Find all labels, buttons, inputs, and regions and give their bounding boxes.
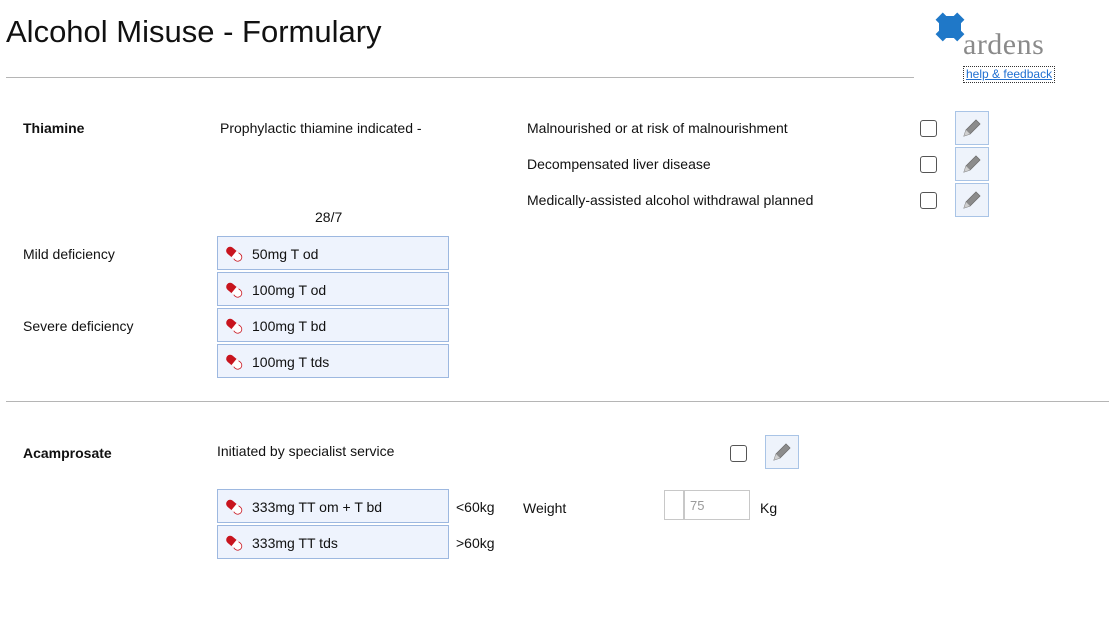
page-title: Alcohol Misuse - Formulary [6,14,382,49]
capsule-icon [226,354,243,370]
thiamine-indication: Prophylactic thiamine indicated - [220,120,422,136]
dose-button-100mg-bd[interactable]: 100mg T bd [217,308,449,342]
capsule-icon [226,318,243,334]
dose-button-100mg-tds[interactable]: 100mg T tds [217,344,449,378]
specialist-initiated-label: Initiated by specialist service [217,443,395,459]
criterion-malnourished-label: Malnourished or at risk of malnourishmen… [527,120,788,136]
criterion-liver-label: Decompensated liver disease [527,156,711,172]
dose-button-333mg-tt-om-t-bd[interactable]: 333mg TT om + T bd [217,489,449,523]
dose-button-50mg-od[interactable]: 50mg T od [217,236,449,270]
criterion-withdrawal-checkbox[interactable] [920,192,937,209]
capsule-icon [226,246,243,262]
thiamine-heading: Thiamine [23,120,85,136]
dose-label: 100mg T bd [252,318,327,334]
criterion-withdrawal-edit-button[interactable] [955,183,989,217]
dose-label: 100mg T od [252,282,327,298]
pencil-icon [963,155,981,173]
help-feedback-link[interactable]: help & feedback [963,66,1056,83]
weight-input[interactable] [684,490,750,520]
pencil-icon [963,191,981,209]
weight-field-prefix[interactable] [664,490,684,520]
capsule-icon [226,535,243,551]
specialist-initiated-checkbox[interactable] [730,445,747,462]
capsule-icon [226,282,243,298]
thiamine-duration: 28/7 [315,209,343,225]
header-divider [6,77,914,78]
severe-deficiency-label: Severe deficiency [23,318,134,334]
acamprosate-heading: Acamprosate [23,445,112,461]
criterion-withdrawal-label: Medically-assisted alcohol withdrawal pl… [527,192,814,208]
weight-under-60-note: <60kg [456,499,495,515]
specialist-initiated-edit-button[interactable] [765,435,799,469]
dose-label: 333mg TT om + T bd [252,499,383,515]
dose-label: 100mg T tds [252,354,330,370]
criterion-malnourished-checkbox[interactable] [920,120,937,137]
weight-unit: Kg [760,500,778,516]
dose-label: 50mg T od [252,246,319,262]
brand-name: ardens [963,28,1045,61]
dose-button-333mg-tt-tds[interactable]: 333mg TT tds [217,525,449,559]
capsule-icon [226,499,243,515]
criterion-liver-edit-button[interactable] [955,147,989,181]
dose-label: 333mg TT tds [252,535,338,551]
criterion-liver-checkbox[interactable] [920,156,937,173]
weight-label: Weight [523,500,567,516]
pencil-icon [773,443,791,461]
dose-button-100mg-od[interactable]: 100mg T od [217,272,449,306]
pencil-icon [963,119,981,137]
mild-deficiency-label: Mild deficiency [23,246,115,262]
weight-over-60-note: >60kg [456,535,495,551]
criterion-malnourished-edit-button[interactable] [955,111,989,145]
section-divider [6,401,1109,402]
